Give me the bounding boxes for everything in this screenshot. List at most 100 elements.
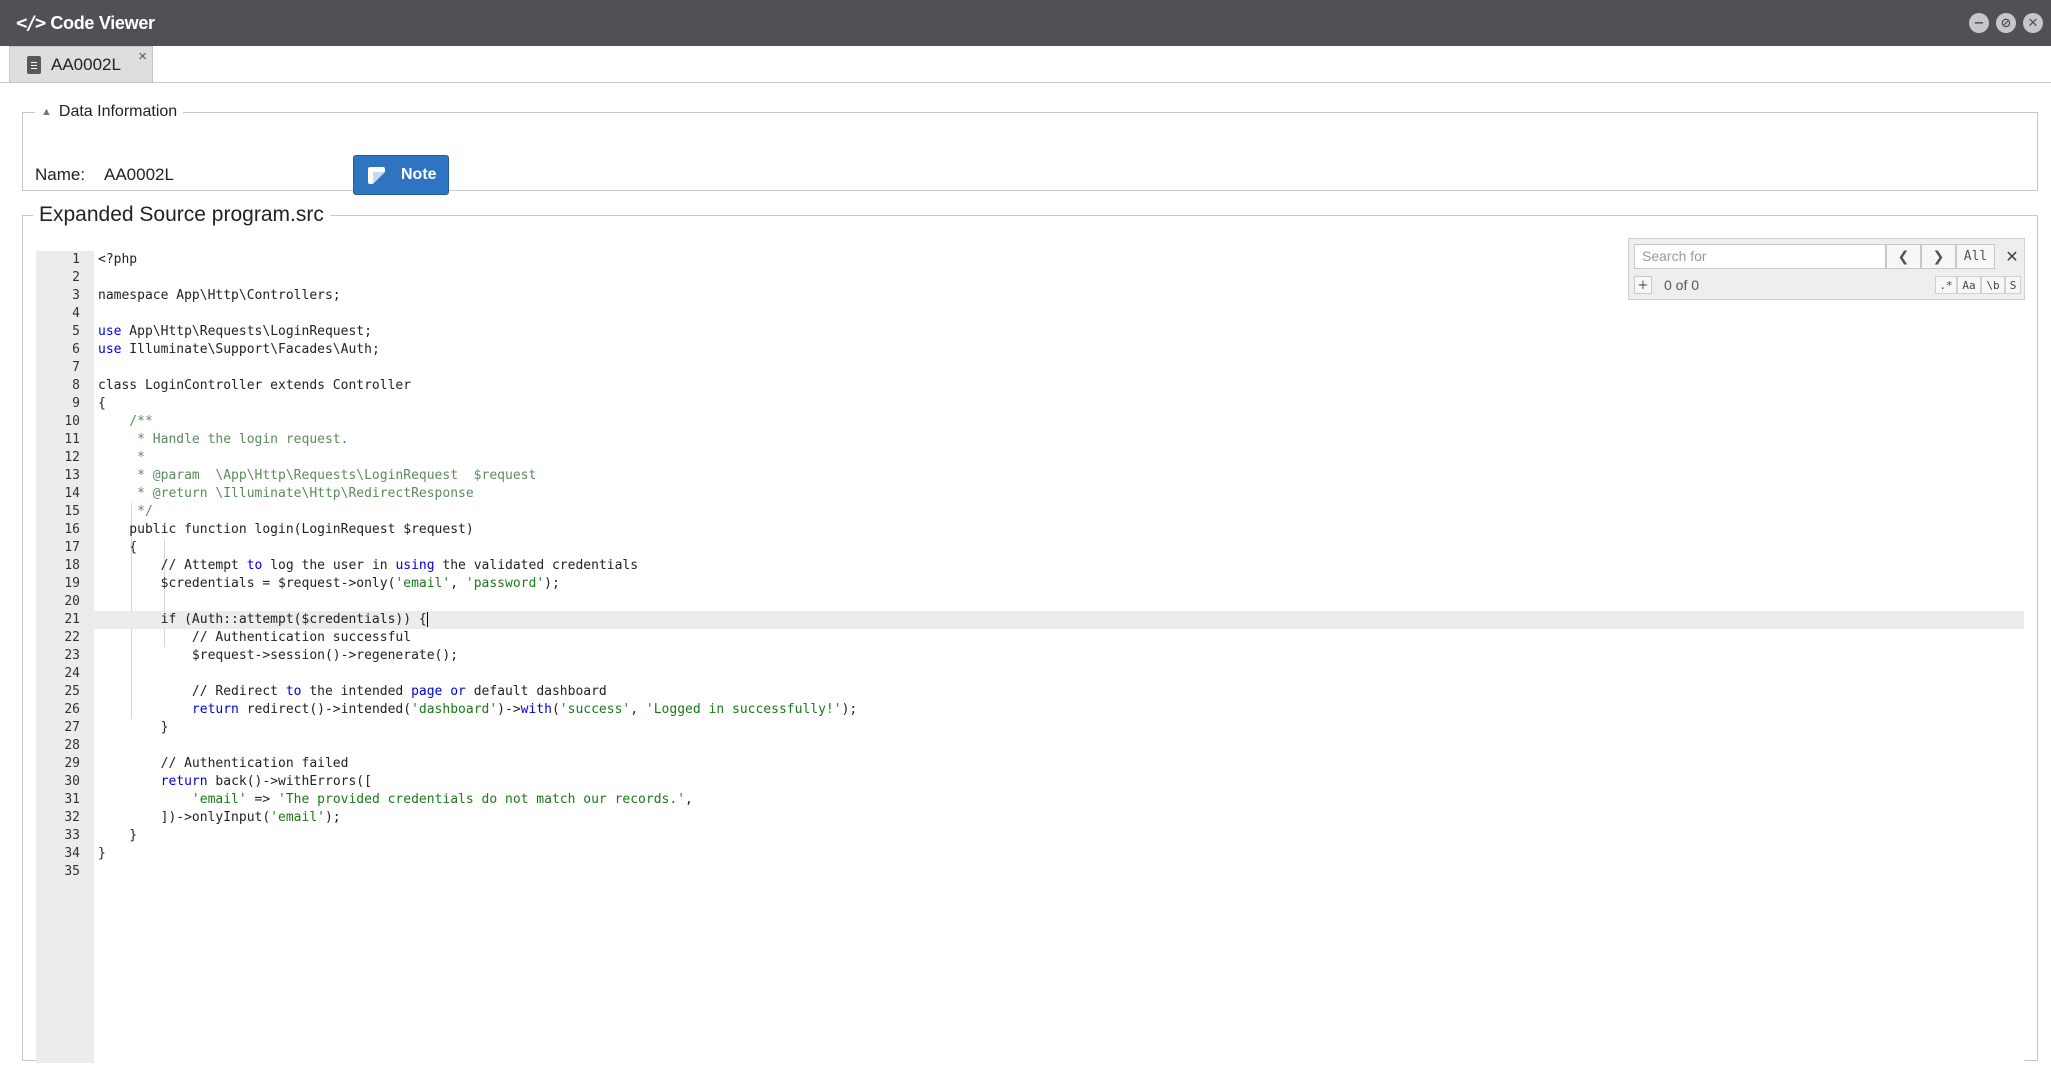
line-number: 10 <box>64 414 80 429</box>
code-text: { <box>98 539 137 557</box>
code-line[interactable]: 26 return redirect()->intended('dashboar… <box>36 701 2024 719</box>
code-line[interactable]: 17 { <box>36 539 2024 557</box>
code-text: */ <box>98 503 153 521</box>
code-token: <?php <box>98 252 138 267</box>
code-token: { <box>98 396 106 411</box>
code-token: namespace App\Http\Controllers; <box>98 288 341 303</box>
code-line[interactable]: 13 * @param \App\Http\Requests\LoginRequ… <box>36 467 2024 485</box>
code-line[interactable]: 32 ])->onlyInput('email'); <box>36 809 2024 827</box>
code-line[interactable]: 5 use App\Http\Requests\LoginRequest; <box>36 323 2024 341</box>
tab-aa0002l[interactable]: AA0002L × <box>9 46 153 82</box>
code-line[interactable]: 30 return back()->withErrors([ <box>36 773 2024 791</box>
code-token: , <box>685 792 693 807</box>
code-text: namespace App\Http\Controllers; <box>98 287 341 305</box>
code-line[interactable]: 28 <box>36 737 2024 755</box>
code-token: ( <box>551 702 560 717</box>
code-line[interactable]: 24 <box>36 665 2024 683</box>
code-line[interactable]: 20 <box>36 593 2024 611</box>
close-icon[interactable]: ✕ <box>2023 13 2043 33</box>
next-match-icon[interactable]: ❯ <box>1921 244 1956 269</box>
search-in-selection-toggle[interactable]: S <box>2005 276 2021 294</box>
minimize-icon[interactable]: − <box>1969 13 1989 33</box>
code-text: $credentials = $request->only('email', '… <box>98 575 560 593</box>
line-number: 4 <box>72 306 80 321</box>
line-number: 23 <box>64 648 80 663</box>
case-sensitive-toggle[interactable]: Aa <box>1957 276 1981 294</box>
keyword-token: using <box>395 558 435 573</box>
note-icon <box>368 166 385 184</box>
source-title: Expanded Source program.src <box>39 203 324 226</box>
source-panel: Expanded Source program.src 1 <?php 2 3 name… <box>22 203 2038 1063</box>
window-title: Code Viewer <box>50 12 155 33</box>
keyword-token: or <box>450 684 466 699</box>
code-line[interactable]: 11 * Handle the login request. <box>36 431 2024 449</box>
code-line[interactable]: 15 */ <box>36 503 2024 521</box>
code-line[interactable]: 31 'email' => 'The provided credentials … <box>36 791 2024 809</box>
line-number: 21 <box>64 612 80 627</box>
code-line[interactable]: 4 <box>36 305 2024 323</box>
file-code-icon <box>27 55 41 74</box>
close-search-icon[interactable]: ✕ <box>2002 244 2022 269</box>
line-number: 18 <box>64 558 80 573</box>
data-information-legend[interactable]: ▲ Data Information <box>35 103 183 121</box>
code-text: // Authentication failed <box>98 755 349 773</box>
previous-match-icon[interactable]: ❮ <box>1886 244 1921 269</box>
restore-icon[interactable]: ⊘ <box>1996 13 2016 33</box>
code-line[interactable]: 7 <box>36 359 2024 377</box>
code-token: // Redirect <box>98 684 286 699</box>
line-number: 12 <box>64 450 80 465</box>
code-token: log the user in <box>262 558 396 573</box>
code-line[interactable]: 16 public function login(LoginRequest $r… <box>36 521 2024 539</box>
code-token: default dashboard <box>465 684 607 699</box>
code-line[interactable]: 35 <box>36 863 2024 881</box>
code-text: * @return \Illuminate\Http\RedirectRespo… <box>98 485 474 503</box>
code-token: class LoginController extends Controller <box>98 378 412 393</box>
code-editor[interactable]: 1 <?php 2 3 namespace App\Http\Controllers; 4… <box>36 251 2024 1063</box>
code-line[interactable]: 6 use Illuminate\Support\Facades\Auth; <box>36 341 2024 359</box>
tab-close-icon[interactable]: × <box>138 48 147 65</box>
code-text: $request->session()->regenerate(); <box>98 647 458 665</box>
code-icon: </> <box>16 12 46 34</box>
code-line[interactable]: 9{ <box>36 395 2024 413</box>
line-number: 31 <box>64 792 80 807</box>
code-text: use Illuminate\Support\Facades\Auth; <box>98 341 380 359</box>
title-wrap: </> Code Viewer <box>0 12 155 34</box>
code-text: ])->onlyInput('email'); <box>98 809 341 827</box>
tab-strip: AA0002L × <box>0 46 2051 83</box>
code-line[interactable]: 22 // Authentication successful <box>36 629 2024 647</box>
regex-toggle[interactable]: .* <box>1935 276 1957 294</box>
keyword-token: page <box>411 684 443 699</box>
code-line[interactable]: 21 if (Auth::attempt($credentials)) { <box>36 611 2024 629</box>
code-token: // Attempt <box>98 558 247 573</box>
line-number: 14 <box>64 486 80 501</box>
code-text: return back()->withErrors([ <box>98 773 372 791</box>
whole-word-toggle[interactable]: \b <box>1981 276 2005 294</box>
code-line[interactable]: 10 /** <box>36 413 2024 431</box>
code-token: redirect()->intended( <box>238 702 412 717</box>
search-input[interactable]: Search for <box>1634 244 1886 269</box>
note-button[interactable]: Note <box>353 155 449 195</box>
code-line[interactable]: 33 } <box>36 827 2024 845</box>
code-text: public function login(LoginRequest $requ… <box>98 521 474 539</box>
code-line[interactable]: 19 $credentials = $request->only('email'… <box>36 575 2024 593</box>
code-token: } <box>98 720 169 735</box>
code-line[interactable]: 12 * <box>36 449 2024 467</box>
code-line[interactable]: 23 $request->session()->regenerate(); <box>36 647 2024 665</box>
code-token: // Authentication successful <box>98 630 412 645</box>
code-text: return redirect()->intended('dashboard')… <box>98 701 857 719</box>
select-all-matches-button[interactable]: All <box>1956 244 1995 269</box>
code-line[interactable]: 8 class LoginController extends Controlle… <box>36 377 2024 395</box>
string-token: 'Logged in successfully!' <box>645 702 842 717</box>
code-line[interactable]: 18 // Attempt to log the user in using t… <box>36 557 2024 575</box>
code-line[interactable]: 27 } <box>36 719 2024 737</box>
code-line[interactable]: 25 // Redirect to the intended page or d… <box>36 683 2024 701</box>
code-line[interactable]: 29 // Authentication failed <box>36 755 2024 773</box>
replace-toggle-button[interactable]: + <box>1634 276 1652 294</box>
code-line[interactable]: 34} <box>36 845 2024 863</box>
code-token: public function login(LoginRequest $requ… <box>98 522 474 537</box>
collapse-triangle-icon[interactable]: ▲ <box>41 106 52 118</box>
tab-label: AA0002L <box>51 54 121 74</box>
code-line[interactable]: 14 * @return \Illuminate\Http\RedirectRe… <box>36 485 2024 503</box>
